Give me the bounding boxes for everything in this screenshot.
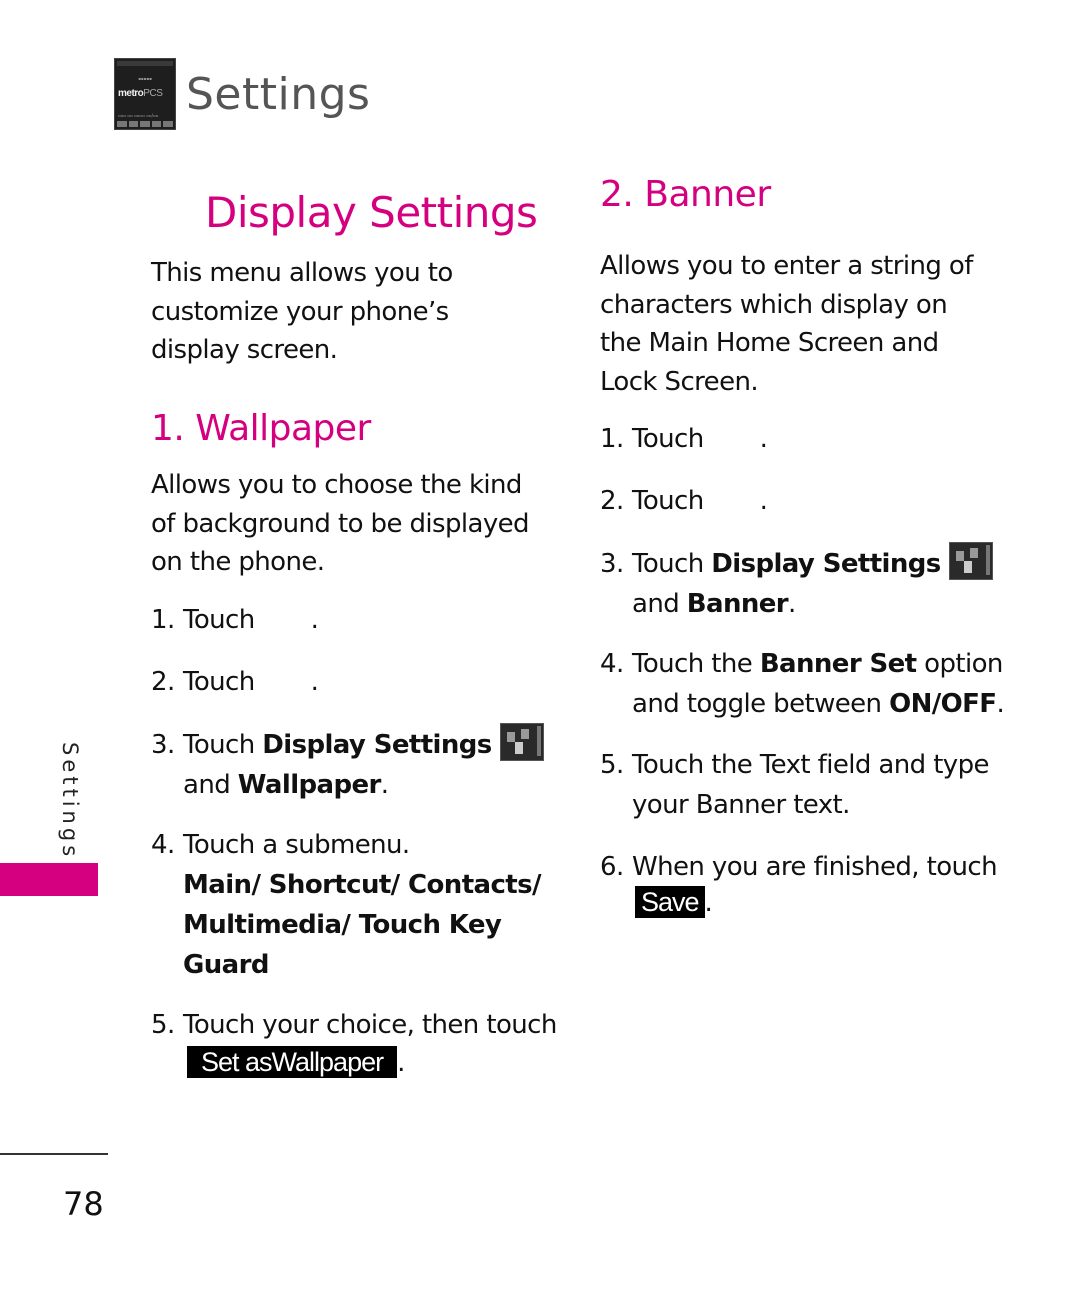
wallpaper-description: Allows you to choose the kind of backgro… — [151, 470, 530, 577]
banner-step-4: 4. Touch the Banner Set option and toggle… — [600, 649, 1005, 719]
phone-statusbar — [117, 61, 173, 66]
section-title: Settings — [186, 68, 371, 120]
page-number: 78 — [63, 1185, 104, 1223]
banner-step-2: 2. Touch. — [600, 486, 768, 516]
wallpaper-step-4: 4. Touch a submenu. Main/ Shortcut/ Conta… — [151, 825, 551, 985]
wallpaper-step-3: 3. Touch Display Settings and Wallpaper. — [151, 723, 544, 805]
metropcs-logo: metroPCS — [118, 88, 163, 99]
on-off-toggle-label: ON/OFF — [889, 689, 997, 719]
menu-banner: Banner — [686, 589, 789, 619]
menu-display-settings: Display Settings — [711, 549, 941, 579]
banner-step-1: 1. Touch. — [600, 424, 768, 454]
banner-step-5: 5. Touch the Text field and type your Ban… — [600, 750, 990, 820]
banner-heading: 2. Banner — [600, 174, 771, 215]
wallpaper-step-5: 5. Touch your choice, then touch Set asWa… — [151, 1010, 557, 1078]
display-settings-icon — [499, 723, 544, 761]
intro-text: This menu allows you to customize your p… — [151, 258, 453, 365]
banner-set-option: Banner Set — [759, 649, 917, 679]
footer-divider — [0, 1153, 108, 1155]
wallpaper-heading: 1. Wallpaper — [151, 408, 371, 449]
menu-display-settings: Display Settings — [262, 730, 492, 760]
page-title: Display Settings — [205, 188, 538, 237]
menu-wallpaper: Wallpaper — [237, 770, 382, 800]
phone-home-screen-icon: ▪▪▪▪▪ metroPCS ▫▫▫ ▫▫ ▫▫▫▫ ▫▫/▫▫ — [114, 58, 176, 130]
banner-step-3: 3. Touch Display Settings and Banner. — [600, 542, 993, 624]
side-section-label: Settings — [58, 742, 82, 861]
section-tab-marker — [0, 863, 98, 896]
banner-description: Allows you to enter a string of characte… — [600, 251, 973, 397]
wallpaper-submenu-options: Main/ Shortcut/ Contacts/ Multimedia/ To… — [183, 870, 541, 980]
banner-step-6: 6. When you are finished, touch Save. — [600, 852, 998, 918]
page-header: ▪▪▪▪▪ metroPCS ▫▫▫ ▫▫ ▫▫▫▫ ▫▫/▫▫ Setting… — [114, 58, 370, 130]
wallpaper-step-2: 2. Touch. — [151, 667, 319, 697]
display-settings-icon — [948, 542, 993, 580]
phone-carrier-text: ▪▪▪▪▪ — [138, 76, 152, 81]
save-button[interactable]: Save — [635, 886, 705, 918]
set-as-wallpaper-button[interactable]: Set asWallpaper — [187, 1046, 398, 1078]
phone-dock — [117, 121, 173, 127]
phone-date-text: ▫▫▫ ▫▫ ▫▫▫▫ ▫▫/▫▫ — [118, 113, 159, 118]
wallpaper-step-1: 1. Touch. — [151, 605, 319, 635]
